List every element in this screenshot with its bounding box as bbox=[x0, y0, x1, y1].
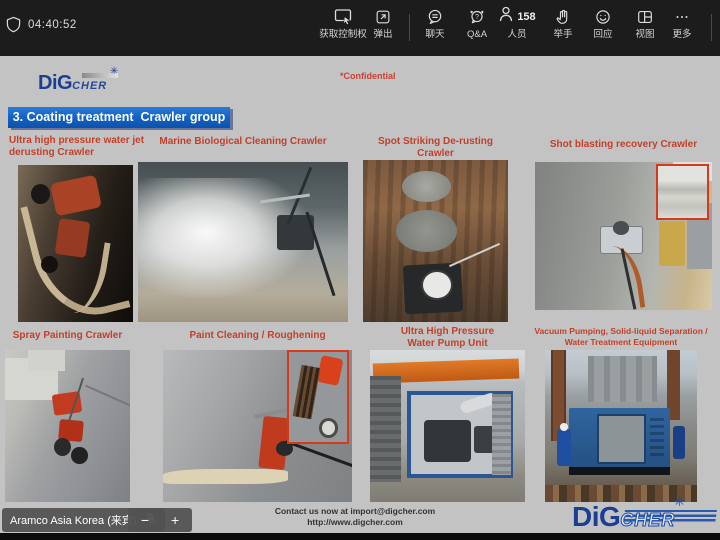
popout-icon bbox=[374, 7, 392, 26]
zoom-inset-box bbox=[656, 164, 709, 220]
take-control-label: 获取控制权 bbox=[319, 30, 367, 40]
crawler-detail bbox=[613, 221, 629, 234]
logo-starburst-icon: ✳ bbox=[110, 66, 118, 77]
smiley-icon bbox=[594, 7, 612, 26]
crawler-wheel bbox=[54, 438, 72, 456]
toolbar-divider bbox=[711, 14, 712, 41]
photo-paint-cleaning-roughening bbox=[163, 350, 352, 502]
people-label: 人员 bbox=[507, 30, 526, 40]
vent-panel bbox=[492, 394, 511, 475]
zoom-control-pill: − + bbox=[128, 508, 192, 532]
caption-paint-cleaning-roughening: Paint Cleaning / Roughening bbox=[163, 330, 352, 342]
cable bbox=[286, 441, 352, 469]
view-button[interactable]: 视图 bbox=[628, 7, 662, 40]
digcher-logo-top: DiGCHER ✳ bbox=[38, 72, 107, 95]
chat-icon bbox=[426, 7, 444, 26]
section-title-banner: 3. Coating treatment Crawler group bbox=[8, 107, 230, 128]
photo-marine-biological-cleaning bbox=[138, 162, 348, 322]
chat-label: 聊天 bbox=[425, 30, 444, 40]
photo-shot-blasting-recovery bbox=[535, 162, 712, 310]
react-button[interactable]: 回应 bbox=[586, 7, 620, 40]
qna-icon: ? bbox=[468, 7, 486, 26]
raise-hand-icon bbox=[554, 7, 572, 26]
inset-wheel bbox=[319, 418, 338, 438]
zoom-in-button[interactable]: + bbox=[171, 513, 179, 527]
worker-figure bbox=[557, 429, 571, 465]
popout-button[interactable]: 弹出 bbox=[366, 7, 400, 40]
shield-icon bbox=[6, 16, 21, 38]
qna-button[interactable]: ? Q&A bbox=[460, 7, 494, 40]
screen-control-icon bbox=[333, 7, 353, 26]
contact-url-line: http://www.digcher.com bbox=[250, 517, 460, 528]
yard-structure bbox=[588, 356, 658, 402]
logo-text-dig: DiG bbox=[38, 72, 72, 94]
meeting-window: 04:40:52 获取控制权 弹出 聊天 ? Q&A bbox=[0, 0, 720, 540]
people-icon bbox=[498, 5, 515, 28]
container-door bbox=[597, 414, 645, 463]
photo-water-jet-derusting-crawler bbox=[18, 165, 133, 322]
photo-spot-striking-derusting bbox=[363, 160, 508, 322]
caption-spot-striking-crawler: Spot Striking De-rusting Crawler bbox=[363, 136, 508, 160]
inset-brushes bbox=[293, 365, 320, 420]
take-control-button[interactable]: 获取控制权 bbox=[314, 7, 372, 40]
crawler-body bbox=[55, 218, 91, 258]
crawler-wheel bbox=[71, 447, 87, 464]
pump-engine bbox=[424, 420, 471, 463]
zoom-inset-box bbox=[287, 350, 349, 444]
painted-patch bbox=[28, 350, 66, 371]
people-button[interactable]: 158 人员 bbox=[494, 7, 540, 40]
caption-shot-blasting-crawler: Shot blasting recovery Crawler bbox=[535, 139, 712, 151]
caption-spray-painting-crawler: Spray Painting Crawler bbox=[5, 330, 130, 342]
caption-vacuum-pumping-equipment: Vacuum Pumping, Solid-liquid Separation … bbox=[531, 326, 711, 348]
device-wheel bbox=[421, 270, 453, 300]
dark-wall-panel bbox=[370, 376, 401, 482]
photo-spray-painting-crawler bbox=[5, 350, 130, 502]
container-vents bbox=[650, 418, 664, 458]
more-button[interactable]: 更多 bbox=[665, 7, 699, 40]
container-base bbox=[569, 467, 669, 475]
digcher-logo-bottom: DiGCHER ✳ bbox=[572, 501, 675, 533]
yard-equipment bbox=[659, 221, 686, 265]
photo-water-pump-unit bbox=[370, 350, 525, 502]
paint-chips bbox=[163, 469, 288, 484]
svg-text:?: ? bbox=[475, 11, 479, 20]
photo-vacuum-pumping-equipment bbox=[545, 350, 697, 502]
layout-grid-icon bbox=[636, 7, 654, 26]
raise-hand-button[interactable]: 举手 bbox=[546, 7, 580, 40]
people-count: 158 bbox=[517, 11, 535, 23]
inset-red-head bbox=[317, 355, 344, 386]
more-label: 更多 bbox=[672, 30, 691, 40]
presenter-name: Aramco Asia Korea (来宾) bbox=[10, 512, 137, 528]
contact-block: Contact us now at import@digcher.com htt… bbox=[250, 506, 460, 529]
logo-text-dig: DiG bbox=[572, 501, 620, 532]
logo-text-cher: CHER bbox=[620, 510, 675, 530]
toolbar-divider bbox=[409, 14, 410, 41]
confidential-watermark: *Confidential bbox=[340, 71, 396, 81]
react-label: 回应 bbox=[593, 30, 612, 40]
caption-water-pump-unit: Ultra High Pressure Water Pump Unit bbox=[370, 326, 525, 350]
chat-button[interactable]: 聊天 bbox=[418, 7, 452, 40]
worker-figure bbox=[673, 426, 685, 459]
contact-email-line: Contact us now at import@digcher.com bbox=[250, 506, 460, 517]
view-label: 视图 bbox=[635, 30, 654, 40]
raise-hand-label: 举手 bbox=[553, 30, 572, 40]
zoom-out-button[interactable]: − bbox=[141, 513, 149, 527]
bottom-letterbox-bar bbox=[0, 533, 720, 540]
logo-text-cher: CHER bbox=[72, 80, 107, 92]
meeting-toolbar: 04:40:52 获取控制权 弹出 聊天 ? Q&A bbox=[0, 0, 720, 56]
ellipsis-icon bbox=[673, 7, 691, 26]
worker-helmet bbox=[560, 423, 568, 431]
qna-label: Q&A bbox=[467, 30, 487, 40]
caption-marine-cleaning-crawler: Marine Biological Cleaning Crawler bbox=[138, 136, 348, 148]
logo-starburst-icon: ✳ bbox=[674, 493, 686, 510]
blue-container-unit bbox=[569, 408, 669, 475]
popout-label: 弹出 bbox=[373, 30, 392, 40]
supply-hose bbox=[85, 384, 130, 409]
meeting-timer: 04:40:52 bbox=[28, 19, 77, 31]
